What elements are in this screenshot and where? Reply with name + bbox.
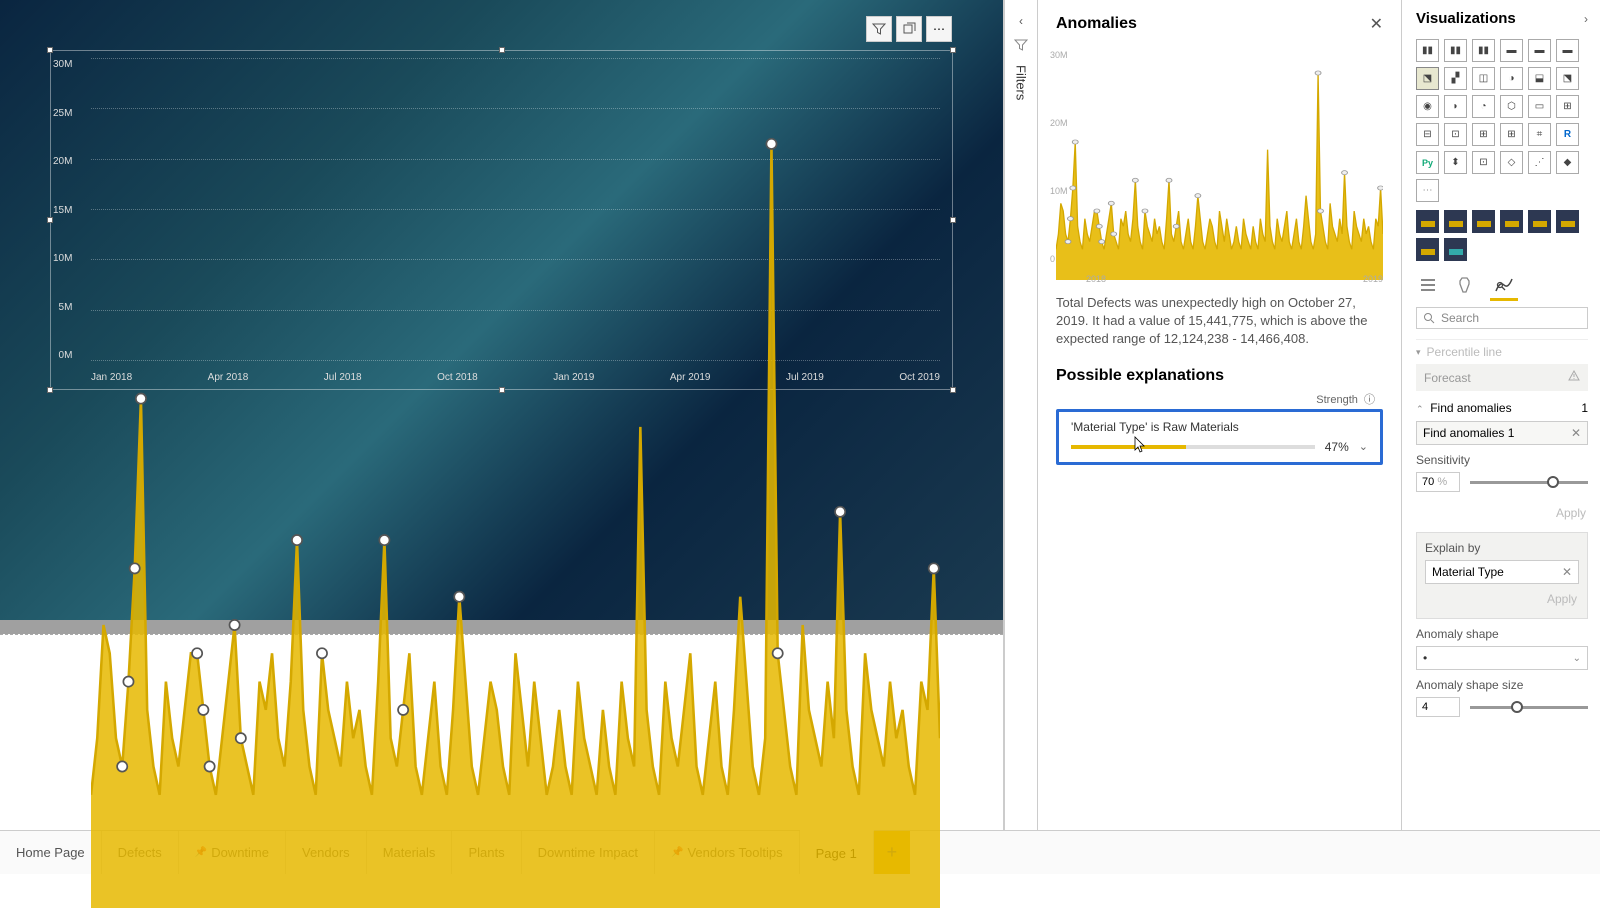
viz-type-icon[interactable]: ▬: [1528, 39, 1551, 62]
viz-type-icon[interactable]: ▞: [1444, 67, 1467, 90]
viz-type-icon[interactable]: ⬔: [1416, 67, 1439, 90]
anomaly-size-value[interactable]: 4: [1416, 697, 1460, 717]
viz-type-icon[interactable]: ⊞: [1500, 123, 1523, 146]
viz-type-icon[interactable]: ⊞: [1472, 123, 1495, 146]
anomalies-pane: Anomalies ✕ 010M20M30M 20182019 Total De…: [1038, 0, 1402, 830]
filter-icon[interactable]: [866, 16, 892, 42]
viz-type-icon[interactable]: ▬: [1500, 39, 1523, 62]
forecast-row[interactable]: Forecast: [1416, 364, 1588, 391]
visualization-type-grid: ▮▮▮▮▮▮▬▬▬⬔▞◫◑⬓⬔◉◗◔⬡▭⊞⊟⊡⊞⊞⌗RPy⬍⊡◇⋰◆⋯: [1416, 39, 1588, 202]
viz-type-icon[interactable]: ◇: [1500, 151, 1523, 174]
custom-visual-icon[interactable]: [1444, 238, 1467, 261]
apply-button[interactable]: Apply: [1416, 502, 1588, 524]
filters-label: Filters: [1014, 65, 1029, 100]
viz-type-icon[interactable]: ⬓: [1528, 67, 1551, 90]
custom-visual-icon[interactable]: [1444, 210, 1467, 233]
custom-visual-icon[interactable]: [1416, 210, 1439, 233]
close-icon[interactable]: ✕: [1571, 426, 1581, 440]
viz-type-icon[interactable]: ◫: [1472, 67, 1495, 90]
close-icon[interactable]: ✕: [1562, 565, 1572, 579]
custom-visual-icon[interactable]: [1416, 238, 1439, 261]
visualizations-title: Visualizations: [1416, 10, 1516, 27]
custom-visual-icon[interactable]: [1500, 210, 1523, 233]
anomalies-title: Anomalies: [1056, 15, 1137, 33]
viz-type-icon[interactable]: ▮▮: [1416, 39, 1439, 62]
report-canvas[interactable]: ⋯ 0M5M10M15M20M25M30M Jan 2018Apr 2018Ju…: [0, 0, 1003, 620]
viz-type-icon[interactable]: ▮▮: [1472, 39, 1495, 62]
viz-type-icon[interactable]: ⋯: [1416, 179, 1439, 202]
viz-type-icon[interactable]: R: [1556, 123, 1579, 146]
viz-type-icon[interactable]: ⬡: [1500, 95, 1523, 118]
custom-visual-icon[interactable]: [1528, 210, 1551, 233]
explain-by-chip[interactable]: Material Type ✕: [1425, 560, 1579, 584]
anomaly-shape-select[interactable]: •⌄: [1416, 646, 1588, 670]
viz-type-icon[interactable]: ▮▮: [1444, 39, 1467, 62]
viz-type-icon[interactable]: ◑: [1500, 67, 1523, 90]
strength-label: Strength: [1316, 394, 1358, 406]
custom-visual-row: [1416, 238, 1588, 261]
search-input[interactable]: Search: [1416, 307, 1588, 329]
anomaly-size-label: Anomaly shape size: [1416, 678, 1588, 692]
custom-visual-row: [1416, 210, 1588, 233]
percentile-line-row[interactable]: ▾Percentile line: [1416, 339, 1588, 364]
format-tab[interactable]: [1454, 273, 1478, 297]
fields-tab[interactable]: [1416, 273, 1440, 297]
find-anomalies-instance[interactable]: Find anomalies 1 ✕: [1416, 421, 1588, 445]
analytics-tab[interactable]: [1492, 273, 1516, 297]
sensitivity-slider[interactable]: [1470, 481, 1588, 484]
viz-type-icon[interactable]: ⊞: [1556, 95, 1579, 118]
x-axis: Jan 2018Apr 2018Jul 2018Oct 2018Jan 2019…: [91, 372, 940, 383]
chevron-down-icon[interactable]: ⌄: [1359, 440, 1368, 453]
explain-by-label: Explain by: [1425, 541, 1579, 555]
anomaly-size-slider[interactable]: [1470, 706, 1588, 709]
viz-type-icon[interactable]: Py: [1416, 151, 1439, 174]
viz-type-icon[interactable]: ▭: [1528, 95, 1551, 118]
viz-type-icon[interactable]: ⋰: [1528, 151, 1551, 174]
report-canvas-area: ⋯ 0M5M10M15M20M25M30M Jan 2018Apr 2018Ju…: [0, 0, 1004, 830]
more-options-icon[interactable]: ⋯: [926, 16, 952, 42]
viz-type-icon[interactable]: ◉: [1416, 95, 1439, 118]
viz-type-icon[interactable]: ◆: [1556, 151, 1579, 174]
custom-visual-icon[interactable]: [1472, 210, 1495, 233]
viz-type-icon[interactable]: ⊡: [1472, 151, 1495, 174]
chart-plot-area: 0M5M10M15M20M25M30M Jan 2018Apr 2018Jul …: [91, 59, 940, 361]
viz-type-icon[interactable]: ⌗: [1528, 123, 1551, 146]
viz-type-icon[interactable]: ⬔: [1556, 67, 1579, 90]
sensitivity-value[interactable]: 70 %: [1416, 472, 1460, 492]
viz-type-icon[interactable]: ▬: [1556, 39, 1579, 62]
viz-type-icon[interactable]: ◗: [1444, 95, 1467, 118]
anomaly-shape-label: Anomaly shape: [1416, 627, 1588, 641]
viz-type-icon[interactable]: ⊟: [1416, 123, 1439, 146]
chevron-right-icon[interactable]: ›: [1584, 12, 1588, 26]
chart-visual[interactable]: ⋯ 0M5M10M15M20M25M30M Jan 2018Apr 2018Ju…: [50, 50, 953, 390]
filters-pane-collapsed[interactable]: ‹ Filters: [1004, 0, 1038, 830]
sensitivity-label: Sensitivity: [1416, 453, 1588, 467]
apply-button[interactable]: Apply: [1425, 588, 1579, 610]
visualizations-pane: Visualizations › ▮▮▮▮▮▮▬▬▬⬔▞◫◑⬓⬔◉◗◔⬡▭⊞⊟⊡…: [1402, 0, 1600, 830]
custom-visual-icon[interactable]: [1556, 210, 1579, 233]
viz-type-icon[interactable]: ⊡: [1444, 123, 1467, 146]
viz-type-icon[interactable]: ⬍: [1444, 151, 1467, 174]
find-anomalies-header[interactable]: ⌃ Find anomalies 1: [1416, 395, 1588, 421]
anomaly-description: Total Defects was unexpectedly high on O…: [1056, 294, 1383, 349]
chevron-left-icon[interactable]: ‹: [1019, 14, 1023, 28]
close-icon[interactable]: ✕: [1370, 14, 1383, 34]
viz-type-icon[interactable]: ◔: [1472, 95, 1495, 118]
strength-bar: [1071, 445, 1315, 449]
explanation-text: 'Material Type' is Raw Materials: [1071, 420, 1368, 434]
visual-header-toolbar: ⋯: [866, 16, 952, 42]
y-axis: 0M5M10M15M20M25M30M: [53, 59, 72, 361]
warning-icon: [1568, 370, 1580, 385]
page-tab[interactable]: Home Page: [0, 831, 102, 874]
filter-icon: [1014, 38, 1028, 55]
explanation-card[interactable]: 'Material Type' is Raw Materials 47% ⌄: [1056, 409, 1383, 465]
anomalies-mini-chart: 010M20M30M 20182019: [1056, 50, 1383, 280]
focus-mode-icon[interactable]: [896, 16, 922, 42]
strength-percent: 47%: [1325, 440, 1349, 454]
explanations-heading: Possible explanations: [1056, 367, 1383, 385]
line-chart-svg: [91, 59, 940, 908]
